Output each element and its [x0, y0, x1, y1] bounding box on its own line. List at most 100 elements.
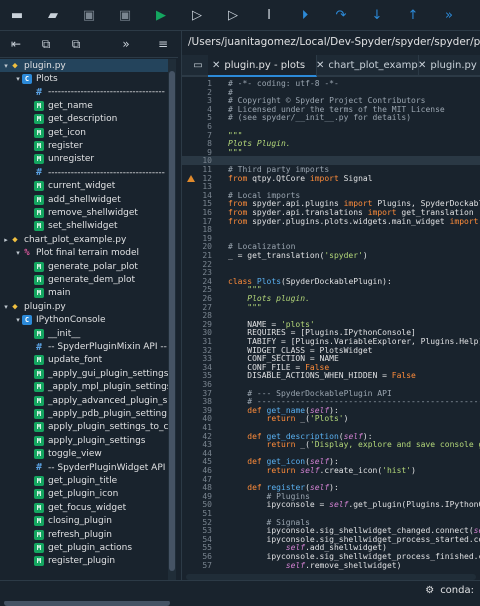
outline-item[interactable]: ▾ C IPythonConsole [0, 314, 168, 327]
outline-item[interactable]: Mapply_plugin_settings_to_c [0, 421, 168, 434]
outline-item[interactable]: Mget_plugin_title [0, 474, 168, 487]
editor-tab[interactable]: ✕ plugin.py - ipy [414, 55, 480, 75]
outline-item[interactable]: Madd_shellwidget [0, 193, 168, 206]
expand-arrow-icon[interactable]: ▾ [14, 316, 22, 324]
outline-item[interactable]: Mrefresh_plugin [0, 528, 168, 541]
editor-tab-label: chart_plot_example.py [328, 59, 418, 71]
save-file-icon[interactable]: ▣ [80, 6, 98, 24]
outline-item-label: unregister [48, 154, 95, 165]
outline-item[interactable]: M _apply_gui_plugin_settings [0, 367, 168, 380]
outline-item[interactable]: Mregister [0, 139, 168, 152]
outline-item[interactable]: Mset_shellwidget [0, 220, 168, 233]
outline-item[interactable]: ▾ ◆ plugin.py [0, 59, 168, 73]
step-over-icon[interactable]: ↷ [332, 6, 350, 24]
outline-item[interactable]: Mget_focus_widget [0, 501, 168, 514]
line-number-gutter: 1 2 3 4 5 6 7 8 9 10 11 12 13 14 15 16 17 18 19 20 21 22 23 24 2… [182, 77, 220, 572]
outline-item[interactable]: Mcurrent_widget [0, 180, 168, 193]
outline-item[interactable]: M _apply_advanced_plugin_s [0, 394, 168, 407]
outline-item[interactable]: Mget_plugin_icon [0, 488, 168, 501]
outline-item[interactable]: Mapply_plugin_settings [0, 434, 168, 447]
outline-item[interactable]: M _apply_mpl_plugin_settings [0, 381, 168, 394]
outline-item[interactable]: Mgenerate_dem_plot [0, 273, 168, 286]
step-into-icon[interactable]: ↓ [368, 6, 386, 24]
outline-item[interactable]: Mupdate_font [0, 354, 168, 367]
method-icon: M [34, 529, 44, 540]
editor-tabs: ▭ ✕plugin.py - plots✕chart_plot_example.… [182, 55, 480, 77]
editor-tab[interactable]: ✕ plugin.py - plots [208, 55, 317, 77]
save-all-icon[interactable]: ▣ [116, 6, 134, 24]
step-return-icon[interactable]: ↑ [404, 6, 422, 24]
outline-item[interactable]: Mget_icon [0, 126, 168, 139]
expand-arrow-icon[interactable]: ▸ [2, 236, 10, 244]
method-icon: M [34, 382, 44, 393]
outline-item[interactable]: ▸ ◆ chart_plot_example.py [0, 233, 168, 246]
outline-item[interactable]: Mremove_shellwidget [0, 206, 168, 219]
gear-icon: ⚙ [425, 585, 435, 596]
outline-item[interactable]: Mgenerate_polar_plot [0, 260, 168, 273]
close-tab-icon[interactable]: ✕ [316, 60, 324, 71]
outline-item[interactable]: Mclosing_plugin [0, 515, 168, 528]
code-editor[interactable]: 1 2 3 4 5 6 7 8 9 10 11 12 13 14 15 16 17 18 19 20 21 22 23 24 2… [182, 77, 480, 572]
run-cell-icon[interactable]: ▷ [188, 6, 206, 24]
go-to-cursor-icon[interactable]: ⇤ [8, 36, 24, 52]
outline-item-label: plugin.py [24, 60, 66, 71]
code-text[interactable]: # -*- coding: utf-8 -*- # # Copyright © Sp… [228, 77, 480, 572]
outline-item[interactable]: Mget_description [0, 113, 168, 126]
method-icon: M [34, 141, 44, 152]
outline-item-label: update_font [48, 355, 103, 366]
outline-item-label: apply_plugin_settings [48, 435, 146, 446]
warning-icon[interactable] [187, 174, 195, 182]
outline-item[interactable]: ▾% Plot final terrain model [0, 247, 168, 260]
open-file-icon[interactable]: ▰ [44, 6, 62, 24]
outline-item[interactable]: M __init__ [0, 327, 168, 340]
outline-item[interactable]: Munregister [0, 153, 168, 166]
close-tab-icon[interactable]: ✕ [418, 60, 426, 71]
outline-item-label: get_focus_widget [48, 502, 127, 513]
new-file-icon[interactable]: ▬ [8, 6, 26, 24]
expand-arrow-icon[interactable]: ▾ [2, 303, 10, 311]
outline-item-label: _apply_mpl_plugin_settings [48, 382, 168, 393]
collapse-all-icon[interactable]: ⧉ [38, 36, 54, 52]
outline-item[interactable]: # ------------------------------------ [0, 86, 168, 99]
outline-item[interactable]: ▾ C Plots [0, 72, 168, 85]
method-icon: M [34, 368, 44, 379]
options-menu-icon[interactable]: ≡ [155, 36, 171, 52]
outline-item-label: IPythonConsole [36, 315, 106, 326]
outline-item-label: remove_shellwidget [48, 208, 138, 219]
outline-item[interactable]: Mregister_plugin [0, 555, 168, 568]
editor-tab[interactable]: ✕ chart_plot_example.py [312, 55, 419, 75]
outline-item[interactable]: ▾ ◆ plugin.py [0, 300, 168, 313]
expand-arrow-icon[interactable]: ▾ [14, 75, 22, 83]
method-icon: M [34, 194, 44, 205]
run-selection-icon[interactable]: I [260, 6, 278, 24]
debug-icon[interactable]: ⏵ [296, 6, 314, 24]
code-line: DISABLE_ACTIONS_WHEN_HIDDEN = False [228, 371, 416, 381]
method-icon: M [34, 221, 44, 232]
expand-arrow-icon[interactable]: ▾ [14, 249, 22, 257]
close-tab-icon[interactable]: ✕ [212, 60, 220, 71]
run-cell-advance-icon[interactable]: ▷ [224, 6, 242, 24]
outline-vertical-scrollbar[interactable] [168, 59, 176, 580]
code-line: ipyconsole = self.get_plugin(Plugins.IPy… [228, 500, 480, 510]
run-file-icon[interactable]: ▶ [152, 6, 170, 24]
conda-env-indicator[interactable]: ⚙ conda: [425, 585, 474, 596]
outline-item[interactable]: # -- SpyderPluginWidget API [0, 461, 168, 474]
continue-icon[interactable]: » [440, 6, 458, 24]
outline-item-label: register [48, 141, 83, 152]
expand-all-icon[interactable]: ⧉ [68, 36, 84, 52]
expand-arrow-icon[interactable]: ▾ [2, 62, 10, 70]
forward-icon[interactable]: » [118, 36, 134, 52]
outline-item[interactable]: Mmain [0, 287, 168, 300]
scrollbar-thumb[interactable] [169, 71, 175, 571]
outline-item[interactable]: M _apply_pdb_plugin_setting [0, 407, 168, 420]
outline-item-label: ------------------------------------ [48, 167, 165, 178]
outline-item[interactable]: # -- SpyderPluginMixin API -- [0, 340, 168, 353]
method-icon: M [34, 261, 44, 272]
editor-tab-label: plugin.py - ipy [430, 59, 480, 71]
outline-item[interactable]: Mget_name [0, 99, 168, 112]
outline-item[interactable]: Mtoggle_view [0, 448, 168, 461]
browse-tabs-icon[interactable]: ▭ [182, 55, 211, 75]
outline-item[interactable]: Mget_plugin_actions [0, 541, 168, 554]
outline-item-label: get_description [48, 114, 118, 125]
outline-item[interactable]: # ------------------------------------ [0, 166, 168, 179]
